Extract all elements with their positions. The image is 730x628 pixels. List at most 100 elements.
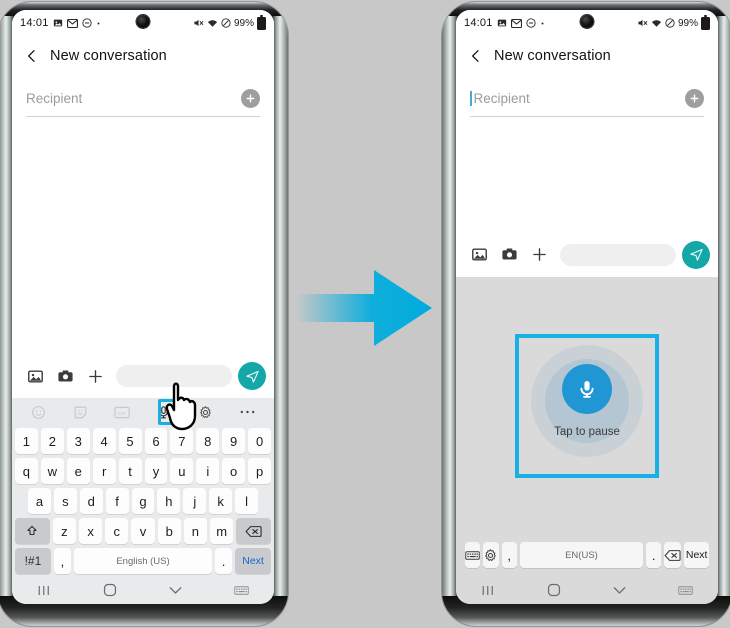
key-u[interactable]: u [170,458,194,484]
key-m[interactable]: m [210,518,234,544]
next-key[interactable]: Next [235,548,271,574]
message-input[interactable] [116,365,232,387]
wifi-icon [207,19,218,28]
key-4[interactable]: 4 [92,428,116,454]
key-9[interactable]: 9 [222,428,246,454]
gif-icon[interactable]: GIF [109,401,135,423]
collapse-chevron-icon[interactable] [603,580,637,600]
shift-arrow-icon[interactable] [15,518,50,544]
keyboard-row-bottom: z x c v b n m [12,516,274,546]
text-caret [470,90,472,106]
dot-icon [540,21,545,26]
home-icon[interactable] [93,580,127,600]
period-key[interactable]: . [215,548,233,574]
sticker-icon[interactable] [67,401,93,423]
back-chevron-icon[interactable] [468,48,484,64]
key-v[interactable]: v [131,518,155,544]
key-s[interactable]: s [53,488,77,514]
camera-icon[interactable] [494,240,524,270]
key-c[interactable]: c [105,518,129,544]
home-icon[interactable] [537,580,571,600]
message-thread-area-right [456,117,718,233]
microphone-icon[interactable] [562,364,612,415]
status-bar-left-group: 14:01 [20,17,101,29]
battery-icon [257,14,266,30]
key-i[interactable]: i [196,458,220,484]
key-r[interactable]: r [92,458,116,484]
message-input[interactable] [560,243,676,266]
recipient-input[interactable]: Recipient [474,91,530,106]
key-0[interactable]: 0 [248,428,272,454]
send-icon[interactable] [238,362,266,390]
battery-icon [701,14,710,30]
period-key[interactable]: . [646,542,662,568]
key-y[interactable]: y [144,458,168,484]
key-g[interactable]: g [131,488,155,514]
recipient-field-row[interactable]: Recipient [470,80,704,117]
keyboard-switch-icon[interactable] [668,580,702,600]
key-3[interactable]: 3 [66,428,90,454]
key-e[interactable]: e [66,458,90,484]
plus-icon[interactable] [524,240,554,270]
message-thread-area-left [12,117,274,354]
key-5[interactable]: 5 [118,428,142,454]
recents-icon[interactable] [472,580,506,600]
collapse-chevron-icon[interactable] [159,580,193,600]
emoji-icon[interactable] [26,401,52,423]
gallery-icon[interactable] [20,361,50,391]
space-key[interactable]: English (US) [73,548,212,574]
recipient-field-row[interactable]: Recipient [26,80,260,117]
symbols-key[interactable]: !#1 [15,548,51,574]
key-7[interactable]: 7 [170,428,194,454]
app-bar-right: New conversation [456,36,718,76]
key-x[interactable]: x [79,518,103,544]
send-icon[interactable] [682,240,710,269]
phone-screen-left: 14:01 99% New conversation Recipient GIF… [12,10,274,604]
microphone-icon[interactable] [151,401,177,423]
do-not-disturb-icon [221,18,231,28]
front-camera-punch-hole [136,15,150,28]
back-chevron-icon[interactable] [24,48,40,64]
battery-percent: 99% [233,17,254,29]
key-n[interactable]: n [183,518,208,544]
key-q[interactable]: q [14,458,38,484]
key-d[interactable]: d [79,488,103,514]
camera-icon[interactable] [50,361,80,391]
key-8[interactable]: 8 [196,428,220,454]
key-b[interactable]: b [157,518,181,544]
key-1[interactable]: 1 [14,428,38,454]
key-f[interactable]: f [105,488,129,514]
backspace-icon[interactable] [236,518,272,544]
add-contact-plus-icon[interactable] [685,88,704,108]
key-a[interactable]: a [28,488,51,514]
key-2[interactable]: 2 [40,428,64,454]
key-l[interactable]: l [235,488,259,514]
keyboard-icon[interactable] [465,542,481,568]
plus-icon[interactable] [80,361,110,391]
space-key[interactable]: EN(US) [519,542,644,568]
recents-icon[interactable] [28,580,62,600]
key-6[interactable]: 6 [144,428,168,454]
key-w[interactable]: w [40,458,64,484]
keyboard-switch-icon[interactable] [224,580,258,600]
settings-gear-icon[interactable] [192,401,218,423]
backspace-icon[interactable] [664,542,682,568]
key-h[interactable]: h [157,488,181,514]
key-p[interactable]: p [248,458,272,484]
keyboard-row-voice-controls: , EN(US) . Next [462,540,712,570]
recipient-input[interactable]: Recipient [26,91,82,106]
key-o[interactable]: o [222,458,246,484]
key-t[interactable]: t [118,458,142,484]
gallery-icon[interactable] [464,240,494,270]
key-z[interactable]: z [52,518,76,544]
voice-status-label: Tap to pause [554,426,620,439]
more-options-icon[interactable] [234,401,260,423]
add-contact-plus-icon[interactable] [241,88,260,108]
phone-screen-right: 14:01 99% New conversation Recipient Tap… [456,10,718,604]
comma-key[interactable]: , [53,548,71,574]
key-k[interactable]: k [209,488,233,514]
key-j[interactable]: j [183,488,207,514]
comma-key[interactable]: , [501,542,517,568]
next-key[interactable]: Next [684,542,709,568]
settings-gear-icon[interactable] [483,542,499,568]
